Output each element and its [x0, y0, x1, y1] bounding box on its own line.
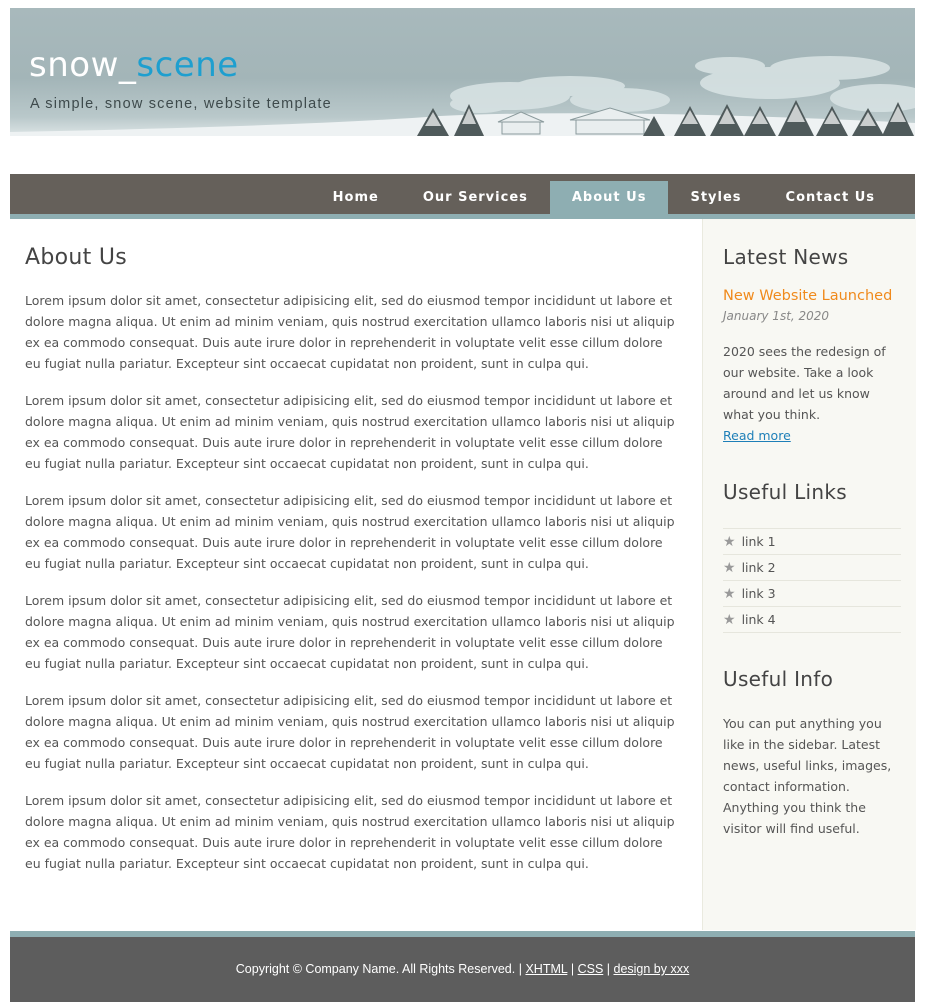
- link-label: link 4: [741, 612, 776, 627]
- content-paragraph: Lorem ipsum dolor sit amet, consectetur …: [25, 493, 675, 571]
- xhtml-link[interactable]: XHTML: [525, 962, 567, 976]
- menu-item-our-services[interactable]: Our Services: [401, 181, 550, 214]
- menu-item-home[interactable]: Home: [311, 181, 401, 214]
- footer-separator: |: [606, 962, 611, 976]
- logo-part-1: snow_: [29, 45, 137, 85]
- star-icon: ★: [723, 612, 736, 628]
- content-paragraph: Lorem ipsum dolor sit amet, consectetur …: [25, 293, 675, 371]
- star-icon: ★: [723, 560, 736, 576]
- footer: Copyright © Company Name. All Rights Res…: [10, 931, 915, 1002]
- sidebar-link-2[interactable]: ★ link 2: [723, 555, 901, 581]
- footer-separator: |: [518, 962, 522, 976]
- footer-line: Copyright © Company Name. All Rights Res…: [10, 962, 915, 976]
- star-icon: ★: [723, 534, 736, 550]
- useful-links-list: ★ link 1 ★ link 2 ★ link 3 ★ link 4: [723, 528, 901, 633]
- latest-news-heading: Latest News: [723, 245, 849, 269]
- useful-info-body: You can put anything you like in the sid…: [723, 716, 892, 836]
- content-paragraph: Lorem ipsum dolor sit amet, consectetur …: [25, 693, 675, 771]
- logo-part-2: scene: [136, 45, 239, 85]
- news-date: January 1st, 2020: [723, 309, 830, 323]
- sidebar-link-1[interactable]: ★ link 1: [723, 529, 901, 555]
- header-banner: snow_scene A simple, snow scene, website…: [10, 8, 915, 136]
- menu-item-about-us[interactable]: About Us: [549, 181, 669, 214]
- menu-item-contact-us[interactable]: Contact Us: [764, 181, 897, 214]
- useful-info-heading: Useful Info: [723, 667, 834, 691]
- sidebar-link-4[interactable]: ★ link 4: [723, 607, 901, 633]
- useful-links-heading: Useful Links: [723, 480, 847, 504]
- site-logo[interactable]: snow_scene: [29, 48, 239, 82]
- read-more-link[interactable]: Read more: [723, 428, 791, 443]
- menu-item-styles[interactable]: Styles: [668, 181, 763, 214]
- main-menu: Home Our Services About Us Styles Contac…: [311, 181, 897, 214]
- news-title: New Website Launched: [723, 288, 893, 304]
- link-label: link 2: [741, 560, 776, 575]
- content-paragraph: Lorem ipsum dolor sit amet, consectetur …: [25, 793, 675, 871]
- content-paragraph: Lorem ipsum dolor sit amet, consectetur …: [25, 393, 675, 471]
- link-label: link 1: [741, 534, 776, 549]
- star-icon: ★: [723, 586, 736, 602]
- sidebar-link-3[interactable]: ★ link 3: [723, 581, 901, 607]
- site-slogan: A simple, snow scene, website template: [30, 96, 332, 112]
- design-credit-link[interactable]: design by xxx: [614, 962, 690, 976]
- content-paragraph: Lorem ipsum dolor sit amet, consectetur …: [25, 593, 675, 671]
- css-link[interactable]: CSS: [578, 962, 604, 976]
- page-title: About Us: [25, 245, 128, 270]
- main-content: About Us Lorem ipsum dolor sit amet, con…: [25, 240, 675, 890]
- main-menu-bar: Home Our Services About Us Styles Contac…: [10, 174, 915, 219]
- news-body: 2020 sees the redesign of our website. T…: [723, 344, 886, 422]
- footer-separator: |: [570, 962, 575, 976]
- sidebar: Latest News New Website Launched January…: [723, 240, 901, 839]
- copyright-text: Copyright © Company Name. All Rights Res…: [235, 962, 516, 976]
- link-label: link 3: [741, 586, 776, 601]
